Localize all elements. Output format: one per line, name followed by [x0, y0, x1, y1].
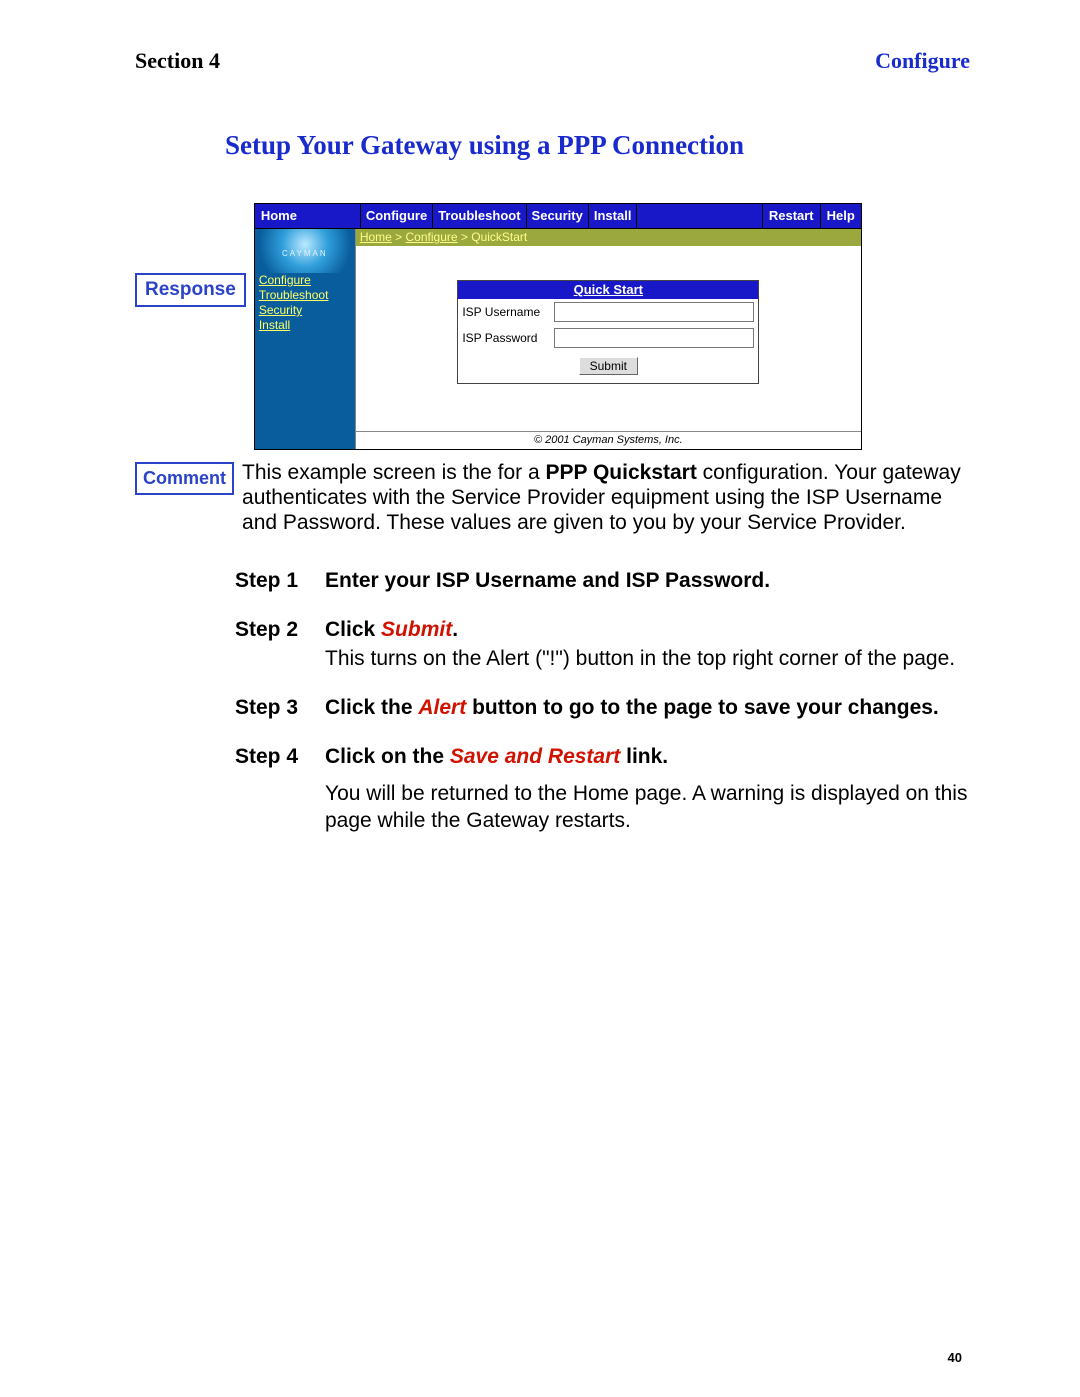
topnav: Home Configure Troubleshoot Security Ins…: [255, 204, 861, 229]
nav-troubleshoot[interactable]: Troubleshoot: [433, 204, 526, 228]
sidebar-link-configure[interactable]: Configure: [255, 273, 355, 288]
crumb-home[interactable]: Home: [360, 230, 392, 244]
step-1-text: Enter your ISP Username and ISP Password…: [325, 569, 770, 592]
isp-username-input[interactable]: [554, 302, 754, 322]
sidebar-link-security[interactable]: Security: [255, 303, 355, 318]
step-4-text: Click on the Save and Restart link.: [325, 743, 970, 770]
sidebar-link-troubleshoot[interactable]: Troubleshoot: [255, 288, 355, 303]
sidebar: CAYMAN Configure Troubleshoot Security I…: [255, 229, 355, 449]
step-3-label: Step 3: [235, 694, 325, 721]
nav-restart[interactable]: Restart: [762, 204, 821, 228]
page-title: Setup Your Gateway using a PPP Connectio…: [225, 130, 970, 161]
nav-install[interactable]: Install: [589, 204, 638, 228]
step-4-label: Step 4: [235, 743, 325, 770]
comment-text: This example screen is the for a PPP Qui…: [242, 460, 970, 535]
section-header-left: Section 4: [135, 48, 220, 74]
breadcrumb: Home > Configure > QuickStart: [356, 229, 861, 246]
step-3-text: Click the Alert button to go to the page…: [325, 694, 970, 721]
nav-configure[interactable]: Configure: [361, 204, 433, 228]
submit-button[interactable]: Submit: [579, 357, 638, 375]
step-2-label: Step 2: [235, 616, 325, 672]
page-number: 40: [948, 1350, 962, 1365]
gateway-screenshot: Home Configure Troubleshoot Security Ins…: [254, 203, 862, 450]
quick-start-heading: Quick Start: [458, 281, 758, 299]
nav-home[interactable]: Home: [255, 204, 361, 228]
comment-label: Comment: [135, 462, 234, 495]
after-steps-text: You will be returned to the Home page. A…: [325, 780, 970, 834]
nav-help[interactable]: Help: [821, 204, 861, 228]
steps: Step 1 Enter your ISP Username and ISP P…: [235, 567, 970, 770]
crumb-configure[interactable]: Configure: [406, 230, 458, 244]
response-label: Response: [135, 273, 246, 307]
isp-password-label: ISP Password: [462, 331, 554, 345]
section-header-right: Configure: [875, 48, 970, 74]
brand-logo: CAYMAN: [255, 229, 355, 273]
isp-username-label: ISP Username: [462, 305, 554, 319]
step-1-label: Step 1: [235, 567, 325, 594]
quick-start-panel: Quick Start ISP Username ISP Password Su…: [457, 280, 759, 384]
step-2-text: Click Submit. This turns on the Alert ("…: [325, 616, 970, 672]
nav-security[interactable]: Security: [527, 204, 589, 228]
sidebar-link-install[interactable]: Install: [255, 318, 355, 333]
crumb-quickstart: QuickStart: [471, 230, 527, 244]
isp-password-input[interactable]: [554, 328, 754, 348]
screenshot-footer: © 2001 Cayman Systems, Inc.: [356, 431, 861, 449]
